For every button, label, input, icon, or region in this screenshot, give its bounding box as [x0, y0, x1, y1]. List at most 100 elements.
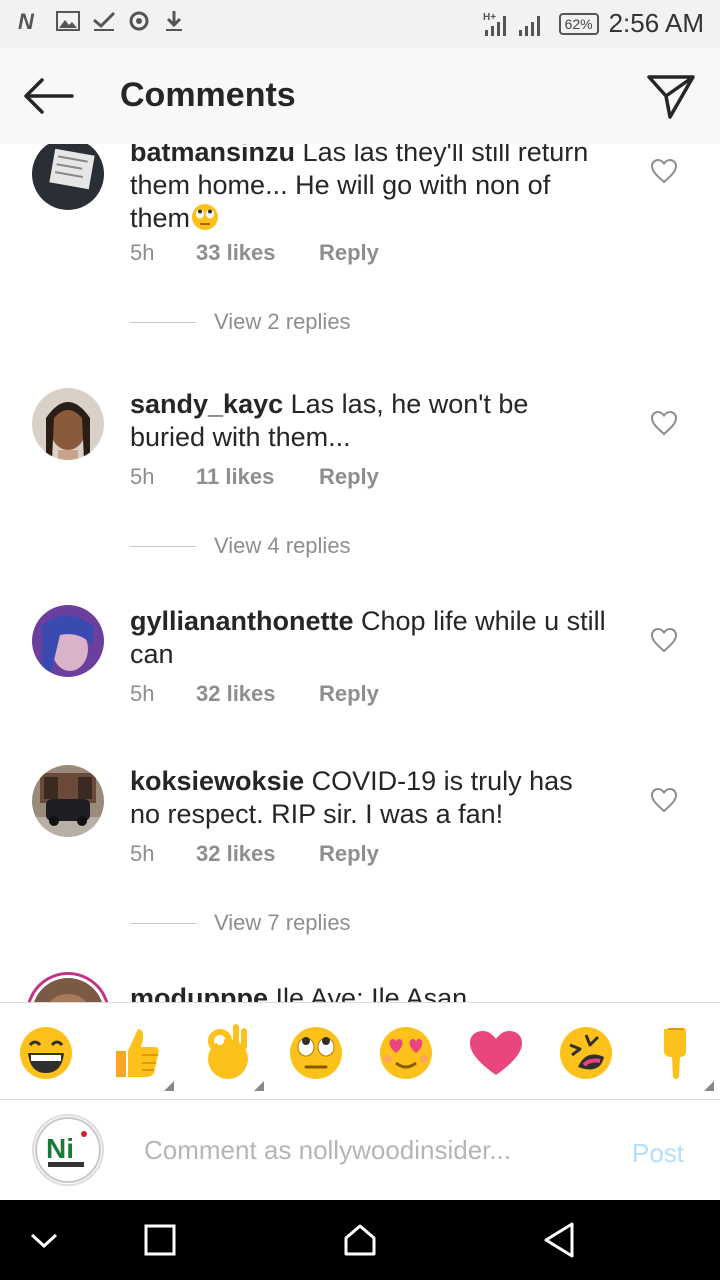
emoji-point-down-button[interactable]: [646, 1023, 714, 1091]
comment-username[interactable]: sandy_kayc: [130, 389, 283, 419]
nav-back-button[interactable]: [540, 1220, 580, 1260]
squinting-laugh-icon: [560, 1027, 612, 1079]
emoji-heart-button[interactable]: [466, 1023, 526, 1083]
heart-icon: [470, 1031, 522, 1075]
triangle-back-icon: [544, 1222, 574, 1258]
comment-text: Ile Aye: Ile Asan: [275, 983, 468, 1002]
point-down-icon: [664, 1028, 686, 1079]
notification-icons: N: [18, 10, 184, 32]
heart-outline-icon: [650, 158, 678, 184]
share-button[interactable]: [646, 72, 696, 120]
emoji-ok-hand-button[interactable]: [196, 1023, 264, 1091]
comment-meta: 5h 11 likes Reply: [130, 464, 379, 490]
comment-composer: Ni Post: [0, 1100, 720, 1200]
reply-button[interactable]: Reply: [319, 464, 379, 490]
comment-likes[interactable]: 33 likes: [196, 240, 319, 266]
send-icon: [647, 75, 695, 119]
avatar[interactable]: [32, 144, 104, 210]
like-comment-button[interactable]: [650, 787, 678, 813]
avatar[interactable]: [32, 765, 104, 837]
page-title: Comments: [120, 76, 296, 114]
android-nav-bar: [0, 1200, 720, 1280]
avatar-story-ring[interactable]: [26, 972, 110, 1002]
view-replies-button[interactable]: View 7 replies: [130, 910, 351, 936]
view-replies-label: View 2 replies: [214, 309, 351, 334]
emoji-heart-eyes-button[interactable]: [376, 1023, 436, 1083]
emoji-quick-bar: [0, 1002, 720, 1100]
like-comment-button[interactable]: [650, 158, 678, 184]
avatar[interactable]: [32, 388, 104, 460]
netflix-n-icon: N: [18, 10, 35, 32]
status-bar: N H+ 62% 2:56 AM: [0, 0, 720, 48]
variant-indicator: [704, 1081, 714, 1091]
reply-button[interactable]: Reply: [319, 681, 379, 707]
post-button[interactable]: Post: [632, 1138, 684, 1169]
chevron-down-icon: [30, 1233, 58, 1249]
view-replies-button[interactable]: View 2 replies: [130, 309, 351, 335]
comment-body: sandy_kayc Las las, he won't be buried w…: [130, 388, 610, 454]
check-icon: [93, 11, 116, 31]
replies-divider: [130, 321, 196, 323]
ok-hand-icon: [208, 1024, 248, 1079]
download-icon: [166, 11, 182, 31]
square-icon: [144, 1224, 176, 1256]
signal-icon: H+: [483, 12, 540, 36]
emoji-grinning-face-button[interactable]: [16, 1023, 76, 1083]
avatar-image: [32, 388, 104, 460]
nav-home-button[interactable]: [340, 1220, 380, 1260]
comment-username[interactable]: batmansinzu: [130, 144, 295, 167]
comment-list[interactable]: batmansinzu Las las they'll still return…: [0, 144, 720, 1002]
rolling-eyes-icon: [290, 1027, 342, 1079]
comment-likes[interactable]: 32 likes: [196, 681, 319, 707]
comment-time: 5h: [130, 681, 155, 706]
avatar-image: [32, 144, 104, 210]
like-comment-button[interactable]: [650, 627, 678, 653]
comment-time: 5h: [130, 464, 155, 489]
comment-meta: 5h 32 likes Reply: [130, 681, 379, 707]
variant-indicator: [164, 1081, 174, 1091]
svg-text:H+: H+: [483, 12, 496, 23]
back-arrow-icon: [24, 78, 74, 114]
comment-likes[interactable]: 11 likes: [196, 464, 319, 490]
comment-meta: 5h 32 likes Reply: [130, 841, 379, 867]
nav-recents-button[interactable]: [140, 1220, 180, 1260]
replies-divider: [130, 922, 196, 924]
avatar[interactable]: [32, 605, 104, 677]
home-icon: [344, 1224, 376, 1256]
comment-time: 5h: [130, 240, 155, 265]
comment-body: koksiewoksie COVID-19 is truly has no re…: [130, 765, 610, 831]
like-comment-button[interactable]: [650, 410, 678, 436]
battery-indicator: 62%: [558, 12, 599, 35]
comment-likes[interactable]: 32 likes: [196, 841, 319, 867]
heart-outline-icon: [650, 787, 678, 813]
nav-hide-keyboard-button[interactable]: [24, 1220, 64, 1260]
heart-outline-icon: [650, 627, 678, 653]
comment-meta: 5h 33 likes Reply: [130, 240, 379, 266]
comment-input[interactable]: [144, 1130, 604, 1170]
reply-button[interactable]: Reply: [319, 841, 379, 867]
avatar-logo-text: Ni: [46, 1133, 74, 1164]
nollywoodinsider-logo: Ni: [35, 1117, 101, 1183]
comment-username[interactable]: modupppe: [130, 983, 268, 1002]
heart-outline-icon: [650, 410, 678, 436]
view-replies-button[interactable]: View 4 replies: [130, 533, 351, 559]
avatar-image: [32, 605, 104, 677]
comment-username[interactable]: gylliananthonette: [130, 606, 354, 636]
gallery-icon: [56, 11, 80, 31]
variant-indicator: [254, 1081, 264, 1091]
header: Comments: [0, 48, 720, 144]
comment-body: batmansinzu Las las they'll still return…: [130, 144, 610, 235]
reply-button[interactable]: Reply: [319, 240, 379, 266]
thumbs-up-icon: [116, 1029, 159, 1077]
comment-body: gylliananthonette Chop life while u stil…: [130, 605, 610, 671]
avatar-image: [32, 978, 104, 1002]
comment-username[interactable]: koksiewoksie: [130, 766, 304, 796]
back-button[interactable]: [22, 76, 74, 116]
avatar-image: [32, 765, 104, 837]
heart-eyes-icon: [380, 1027, 432, 1079]
clock: 2:56 AM: [608, 8, 704, 38]
emoji-squinting-laugh-button[interactable]: [556, 1023, 616, 1083]
emoji-rolling-eyes-button[interactable]: [286, 1023, 346, 1083]
emoji-thumbs-up-button[interactable]: [106, 1023, 174, 1091]
view-replies-label: View 4 replies: [214, 533, 351, 558]
